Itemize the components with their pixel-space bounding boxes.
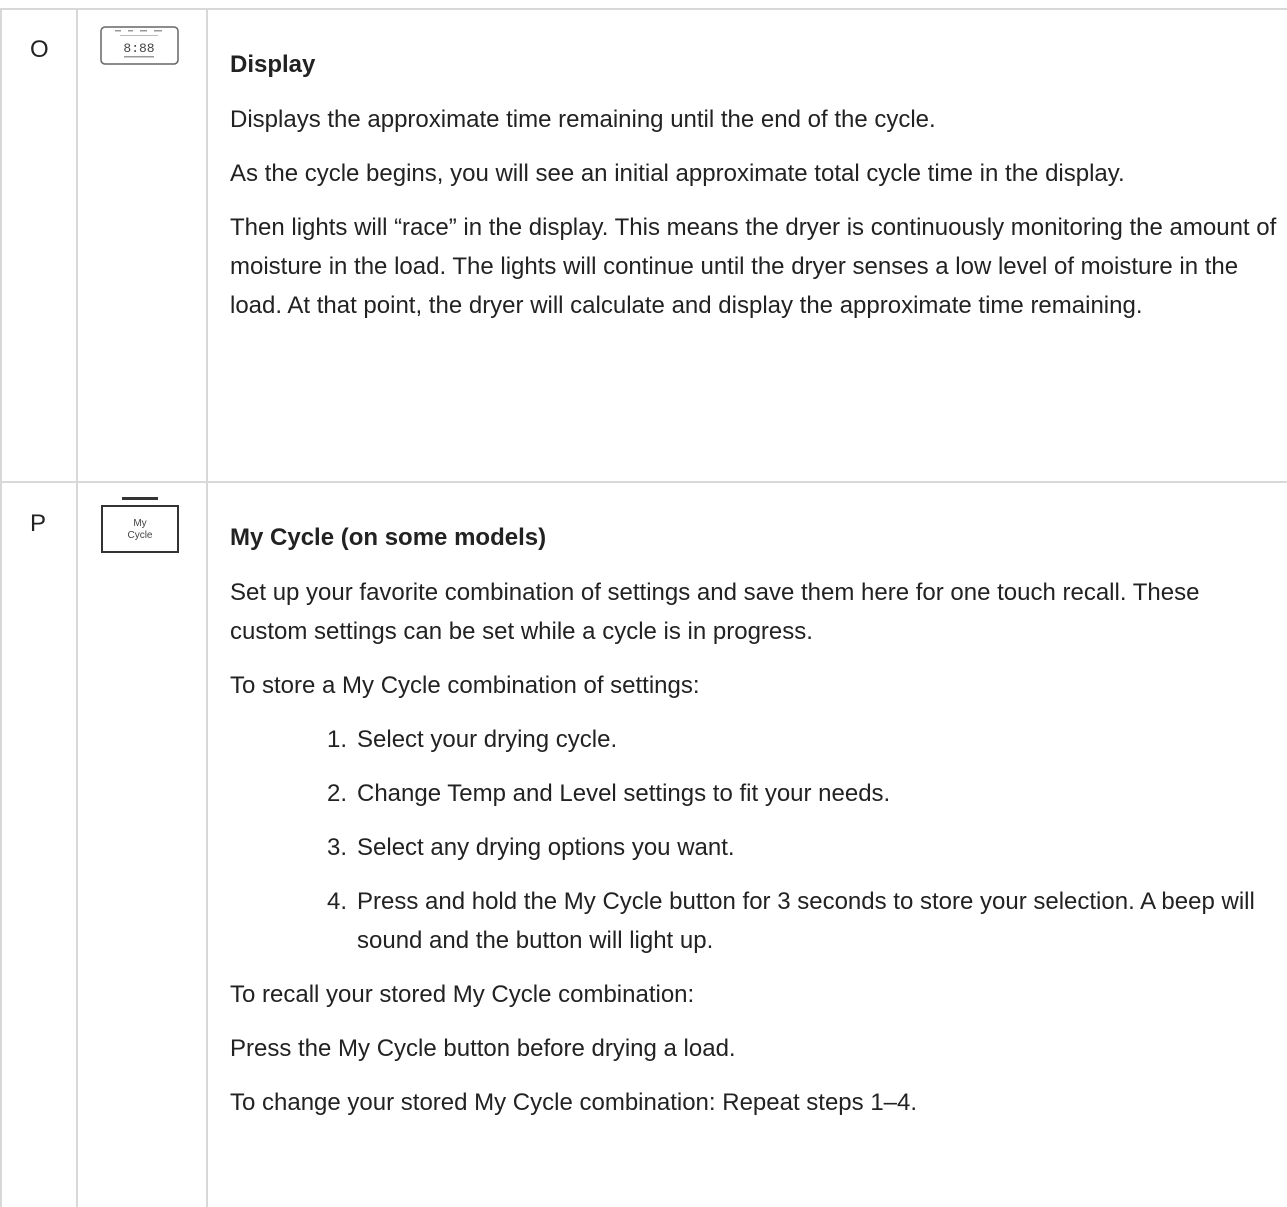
my-cycle-button-icon: My Cycle <box>100 496 180 561</box>
column-divider-1 <box>76 8 78 1207</box>
table-left-border <box>0 8 2 1207</box>
list-item: 3. Select any drying options you want. <box>230 828 1280 867</box>
list-item: 2. Change Temp and Level settings to fit … <box>230 774 1280 813</box>
paragraph: To change your stored My Cycle combinati… <box>230 1089 918 1116</box>
row-divider <box>0 481 1287 483</box>
paragraph: To recall your stored My Cycle combinati… <box>230 981 695 1008</box>
icon-label: Cycle <box>127 530 152 541</box>
paragraph: Then lights will “race” in the display. … <box>230 214 1277 319</box>
list-item: 1. Select your drying cycle. <box>230 720 1280 759</box>
step-number: 1. <box>327 726 348 753</box>
step-number: 2. <box>327 780 348 807</box>
step-number: 3. <box>327 834 348 861</box>
step-text: Select your drying cycle. <box>357 726 618 753</box>
row-title: Display <box>230 51 316 78</box>
paragraph: Set up your favorite combination of sett… <box>230 579 1200 645</box>
row-letter: P <box>30 510 47 537</box>
paragraph: As the cycle begins, you will see an ini… <box>230 160 1125 187</box>
step-text: Select any drying options you want. <box>357 834 735 861</box>
column-divider-2 <box>206 8 208 1207</box>
paragraph: Press the My Cycle button before drying … <box>230 1035 736 1062</box>
step-number: 4. <box>327 888 348 915</box>
table-top-border <box>0 8 1287 10</box>
list-item: 4. Press and hold the My Cycle button for… <box>230 882 1280 960</box>
steps-list: 1. Select your drying cycle. 2. Change Tem… <box>230 720 1280 960</box>
step-text: Change Temp and Level settings to fit yo… <box>357 780 891 807</box>
display-panel-icon: 8:88 <box>100 26 180 71</box>
my-cycle-description: My Cycle (on some models) Set up your fa… <box>230 523 1280 1122</box>
row-title: My Cycle (on some models) <box>230 524 547 551</box>
display-digits: 8:88 <box>123 41 154 56</box>
row-letter: O <box>30 36 49 63</box>
features-table: O 8:88 Display Displays the approximate … <box>0 0 1287 1207</box>
paragraph: Displays the approximate time remaining … <box>230 106 936 133</box>
icon-label: My <box>133 518 146 529</box>
display-description: Display Displays the approximate time re… <box>230 50 1280 325</box>
paragraph: To store a My Cycle combination of setti… <box>230 672 700 699</box>
step-text: Press and hold the My Cycle button for 3… <box>357 888 1255 954</box>
